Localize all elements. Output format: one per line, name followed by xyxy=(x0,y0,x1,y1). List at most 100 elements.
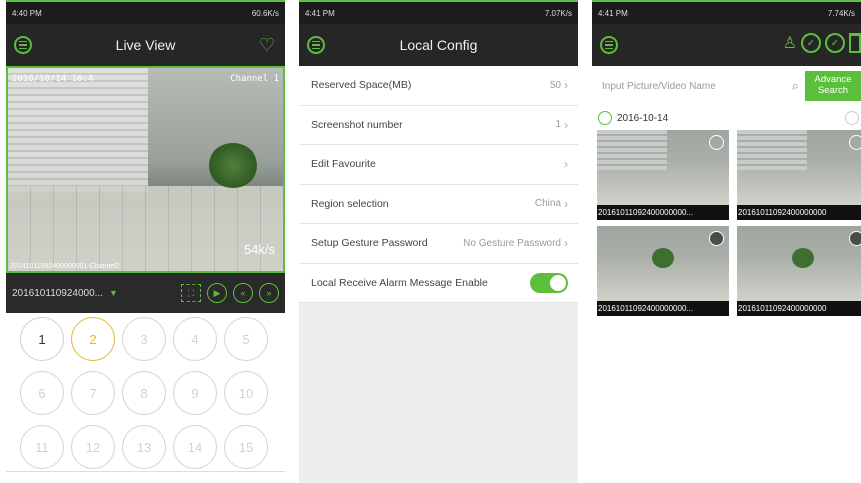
video-channel-label: Channel 1 xyxy=(230,74,279,84)
search-row: Input Picture/Video Name ⌕ Advance Searc… xyxy=(592,66,861,106)
config-label: Screenshot number xyxy=(311,118,403,131)
status-bar: 4:40 PM 60.6K/s xyxy=(6,0,285,24)
device-selector[interactable]: 201610110924000... xyxy=(12,288,103,299)
previous-icon[interactable]: « xyxy=(233,283,253,303)
config-row-edit-favourite[interactable]: Edit Favourite › xyxy=(299,145,578,185)
status-bar: 4:41 PM 7.74K/s xyxy=(592,0,861,24)
channel-button-14[interactable]: 14 xyxy=(173,425,217,469)
page-title: Local Config xyxy=(399,37,478,53)
dropdown-triangle-icon[interactable]: ▼ xyxy=(109,288,118,298)
channel-button-5[interactable]: 5 xyxy=(224,317,268,361)
config-label: Edit Favourite xyxy=(311,158,376,171)
channel-button-6[interactable]: 6 xyxy=(20,371,64,415)
select-all-icon[interactable]: ✓ xyxy=(825,33,845,53)
page-title: Live View xyxy=(115,37,176,53)
thumbnail-name: 20161011092400000000 xyxy=(737,301,861,316)
config-label: Local Receive Alarm Message Enable xyxy=(311,276,488,289)
config-row-gesture-password[interactable]: Setup Gesture Password No Gesture Passwo… xyxy=(299,224,578,264)
thumbnail-image xyxy=(737,226,861,301)
search-icon[interactable]: ⌕ xyxy=(792,78,799,94)
menu-icon[interactable] xyxy=(14,36,32,54)
thumbnail-image xyxy=(737,130,861,205)
video-timestamp: 2016/10/14 16:4 xyxy=(12,74,94,84)
fullscreen-icon[interactable]: ⛶ xyxy=(181,284,201,302)
local-config-screen: 4:41 PM 7.07K/s Local Config Reserved Sp… xyxy=(299,0,578,483)
config-list: Reserved Space(MB) 50 › Screenshot numbe… xyxy=(299,66,578,303)
toolbar-icons: ♙ ✓ ✓ xyxy=(783,33,861,53)
menu-icon[interactable] xyxy=(600,36,618,54)
bottom-nav xyxy=(6,471,285,483)
channel-button-12[interactable]: 12 xyxy=(71,425,115,469)
channel-button-15[interactable]: 15 xyxy=(224,425,268,469)
channel-button-1[interactable]: 1 xyxy=(20,317,64,361)
status-bar: 4:41 PM 7.07K/s xyxy=(299,0,578,24)
config-value: 1 xyxy=(555,119,561,131)
chevron-right-icon: › xyxy=(564,78,568,93)
channel-grid: 1 2 3 4 5 6 7 8 9 10 11 12 13 14 15 xyxy=(20,317,268,469)
chevron-right-icon: › xyxy=(564,117,568,132)
channel-button-7[interactable]: 7 xyxy=(71,371,115,415)
video-preview[interactable]: 2016/10/14 16:4 Channel 1 54k/s 20141011… xyxy=(6,66,285,273)
control-bar: 201610110924000... ▼ ⛶ ▶ « » xyxy=(6,273,285,313)
config-value: No Gesture Password xyxy=(463,237,561,249)
select-circle-icon[interactable] xyxy=(709,135,724,150)
alarm-enable-toggle[interactable] xyxy=(530,272,568,293)
chevron-right-icon: › xyxy=(564,236,568,251)
thumbnail-name: 20161011092400000000... xyxy=(597,301,729,316)
status-time: 4:40 PM xyxy=(12,8,42,18)
next-icon[interactable]: » xyxy=(259,283,279,303)
play-icon[interactable]: ▶ xyxy=(207,283,227,303)
config-row-region[interactable]: Region selection China › xyxy=(299,185,578,224)
channel-button-11[interactable]: 11 xyxy=(20,425,64,469)
channel-button-2[interactable]: 2 xyxy=(71,317,115,361)
search-input[interactable]: Input Picture/Video Name xyxy=(602,81,786,92)
config-value: China xyxy=(534,198,561,210)
date-group-header: 2016-10-14 xyxy=(592,106,861,130)
config-value: 50 xyxy=(549,79,561,91)
alarm-bell-icon[interactable]: ♙ xyxy=(783,33,797,53)
channel-button-4[interactable]: 4 xyxy=(173,317,217,361)
favourite-heart-icon[interactable]: ♡ xyxy=(259,35,275,56)
live-view-screen: 4:40 PM 60.6K/s Live View ♡ 2016/10/14 1… xyxy=(6,0,285,483)
menu-icon[interactable] xyxy=(307,36,325,54)
config-row-reserved-space[interactable]: Reserved Space(MB) 50 › xyxy=(299,66,578,106)
thumbnail-name: 20161011092400000000 xyxy=(737,205,861,220)
top-bar: Local Config xyxy=(299,24,578,66)
video-floor xyxy=(8,186,283,271)
thumbnail[interactable]: 20161011092400000000 xyxy=(737,130,861,220)
gallery-screen: 4:41 PM 7.74K/s ♙ ✓ ✓ Input Picture/Vide… xyxy=(592,0,861,483)
channel-button-13[interactable]: 13 xyxy=(122,425,166,469)
thumbnail-name: 20161011092400000000... xyxy=(597,205,729,220)
video-clock-icon xyxy=(709,231,724,246)
video-blinds xyxy=(8,68,148,193)
trash-icon[interactable] xyxy=(849,33,861,53)
top-bar: Live View ♡ xyxy=(6,24,285,66)
channel-button-10[interactable]: 10 xyxy=(224,371,268,415)
status-time: 4:41 PM xyxy=(598,8,628,18)
group-select-checkbox[interactable] xyxy=(845,111,859,125)
channel-button-3[interactable]: 3 xyxy=(122,317,166,361)
config-label: Region selection xyxy=(311,197,389,210)
thumbnail[interactable]: 20161011092400000000... xyxy=(597,226,729,316)
top-bar: ♙ ✓ ✓ xyxy=(592,24,861,66)
channel-button-9[interactable]: 9 xyxy=(173,371,217,415)
config-label: Reserved Space(MB) xyxy=(311,79,412,92)
date-label: 2016-10-14 xyxy=(617,112,669,124)
status-network: 60.6K/s xyxy=(251,8,279,18)
clock-icon xyxy=(598,111,612,125)
advance-search-button[interactable]: Advance Search xyxy=(805,71,861,101)
status-network: 7.74K/s xyxy=(827,8,855,18)
status-network: 7.07K/s xyxy=(544,8,572,18)
video-clock-icon xyxy=(849,231,861,246)
select-circle-icon[interactable] xyxy=(849,135,861,150)
check-icon[interactable]: ✓ xyxy=(801,33,821,53)
chevron-right-icon: › xyxy=(564,196,568,211)
video-plant xyxy=(208,143,258,188)
video-bitrate: 54k/s xyxy=(243,242,275,257)
thumbnail[interactable]: 20161011092400000000... xyxy=(597,130,729,220)
advance-search-label-2: Search xyxy=(817,85,849,96)
thumbnail[interactable]: 20161011092400000000 xyxy=(737,226,861,316)
channel-button-8[interactable]: 8 xyxy=(122,371,166,415)
config-row-alarm-message: Local Receive Alarm Message Enable xyxy=(299,264,578,303)
config-row-screenshot-number[interactable]: Screenshot number 1 › xyxy=(299,106,578,145)
